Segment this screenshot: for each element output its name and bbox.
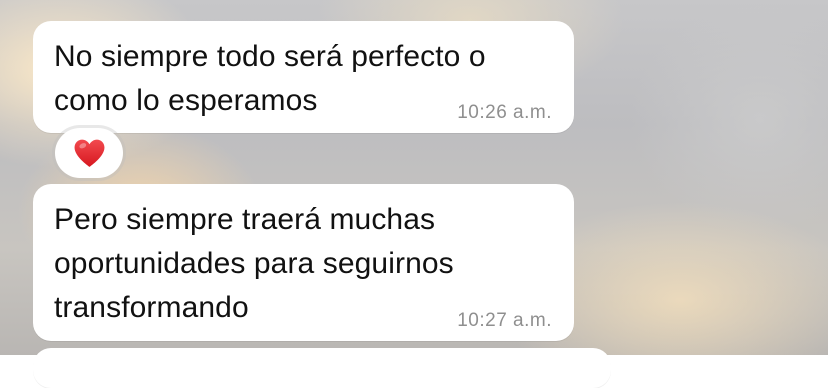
message-line: oportunidades para seguirnos <box>54 247 454 280</box>
message-timestamp: 10:27 a.m. <box>457 310 552 331</box>
message-line: Pero siempre traerá muchas <box>54 203 436 236</box>
message-bubble-2[interactable]: Pero siempre traerá muchas oportunidades… <box>33 184 574 341</box>
heart-reaction[interactable] <box>55 128 123 178</box>
message-bubble-1[interactable]: No siempre todo será perfecto o como lo … <box>33 21 574 133</box>
heart-icon <box>74 139 104 167</box>
message-timestamp: 10:26 a.m. <box>457 102 552 123</box>
message-bubble-3-partial[interactable] <box>33 348 611 388</box>
message-line: No siempre todo será perfecto o <box>54 40 486 73</box>
